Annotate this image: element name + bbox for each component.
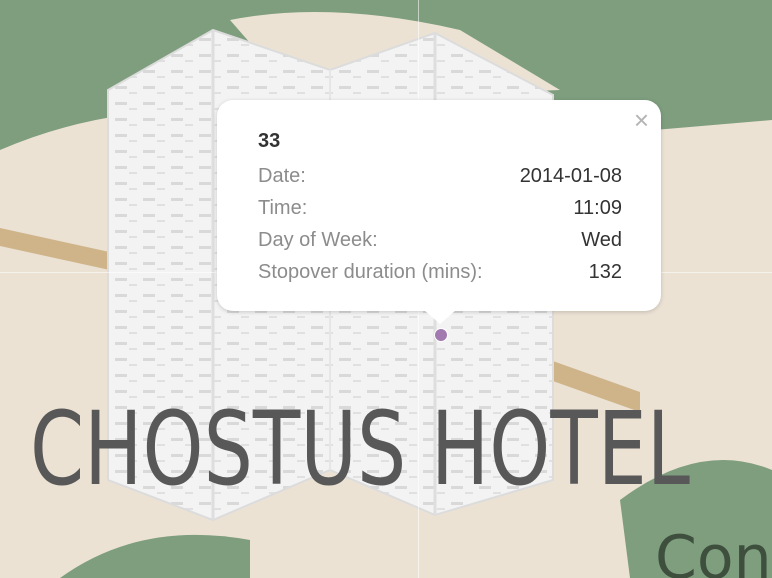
row-value: 2014-01-08 bbox=[519, 165, 622, 187]
row-value: 11:09 bbox=[573, 197, 622, 219]
popup-row-stopover-duration: Stopover duration (mins): 132 bbox=[258, 256, 622, 288]
map-label-hotel: CHOSTUS HOTEL bbox=[30, 390, 690, 509]
row-value: Wed bbox=[581, 229, 622, 251]
row-label: Time: bbox=[258, 197, 308, 219]
popup-row-day-of-week: Day of Week: Wed bbox=[258, 224, 622, 256]
stopover-popup: × 33 Date: 2014-01-08 Time: 11:09 Day of… bbox=[217, 100, 661, 324]
popup-row-date: Date: 2014-01-08 bbox=[258, 160, 622, 192]
row-label: Stopover duration (mins): bbox=[258, 261, 483, 283]
popup-title: 33 bbox=[258, 130, 281, 152]
map-label-corner: Con bbox=[655, 523, 772, 578]
close-icon[interactable]: × bbox=[634, 106, 649, 134]
row-label: Date: bbox=[258, 165, 306, 187]
popup-row-time: Time: 11:09 bbox=[258, 192, 622, 224]
stopover-marker[interactable] bbox=[434, 328, 448, 342]
row-value: 132 bbox=[588, 261, 622, 283]
popup-tip bbox=[424, 310, 456, 324]
row-label: Day of Week: bbox=[258, 229, 378, 251]
popup-content: 33 Date: 2014-01-08 Time: 11:09 Day of W… bbox=[258, 130, 622, 288]
